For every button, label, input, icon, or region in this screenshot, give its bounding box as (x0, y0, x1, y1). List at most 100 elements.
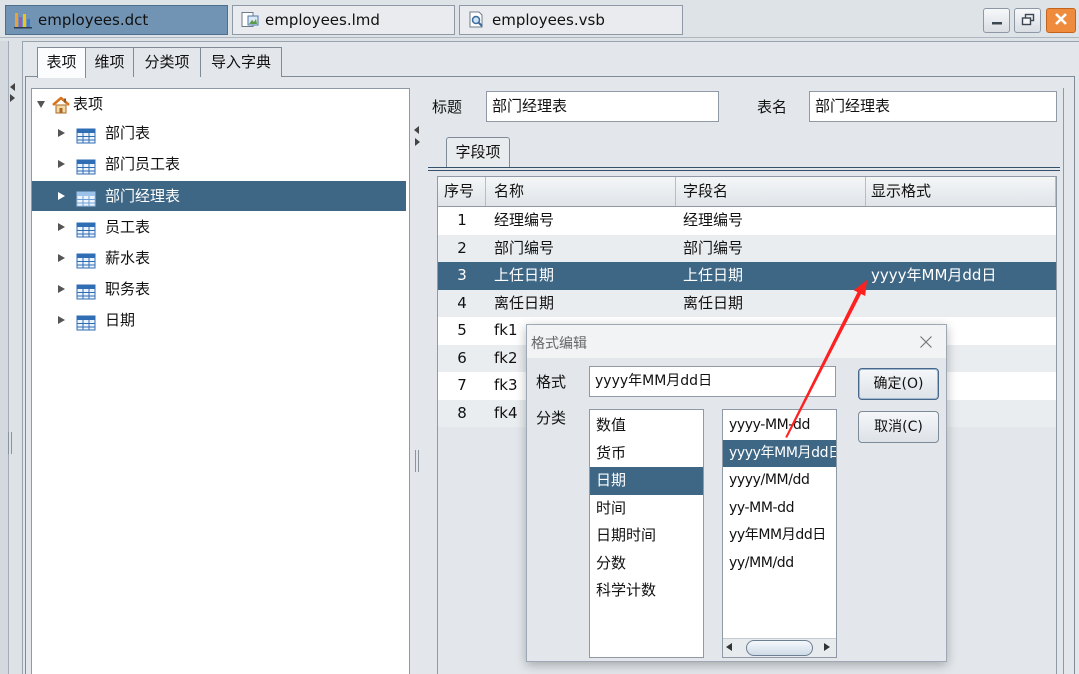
tree-item[interactable]: 部门表 (32, 118, 406, 148)
scroll-right-arrow-icon[interactable] (824, 643, 830, 651)
split-pane-divider[interactable] (410, 88, 425, 674)
expand-triangle-icon[interactable] (58, 316, 65, 324)
cell-display-format[interactable] (866, 207, 1056, 235)
tab-import-dictionary[interactable]: 导入字典 (200, 47, 282, 77)
format-item[interactable]: yy年MM月dd日 (723, 522, 836, 550)
ok-button[interactable]: 确定(O) (858, 368, 939, 400)
doc-tab-employees-lmd[interactable]: employees.lmd (232, 5, 455, 35)
minimize-icon (990, 12, 1004, 30)
doc-tab-employees-dct[interactable]: employees.dct (5, 5, 228, 35)
document-tab-bar: employees.dct employees.lmd employees.vs… (0, 0, 1079, 37)
category-item-selected[interactable]: 日期 (590, 467, 703, 495)
restore-button[interactable] (1014, 8, 1041, 33)
right-panel-border (1063, 88, 1064, 674)
split-expand-right-icon[interactable] (415, 138, 420, 146)
cell-field-name[interactable]: 离任日期 (676, 290, 866, 318)
cell-display-format[interactable] (866, 235, 1056, 263)
dialog-close-icon[interactable] (919, 335, 933, 353)
table-tree[interactable]: 表项 部门表 部门员工表 部门经理表 员工表 薪水表 职务表 日期 (31, 88, 410, 674)
doc-tab-employees-vsb[interactable]: employees.vsb (459, 5, 683, 35)
left-collapse-strip[interactable] (0, 41, 9, 674)
format-input[interactable]: yyyy年MM月dd日 (589, 366, 836, 397)
minimize-button[interactable] (983, 8, 1010, 33)
cell-name[interactable]: 上任日期 (486, 262, 676, 290)
cell-name[interactable]: 离任日期 (486, 290, 676, 318)
expand-right-arrow-icon[interactable] (10, 94, 15, 102)
scrollbar-thumb[interactable] (746, 640, 813, 656)
category-item[interactable]: 日期时间 (590, 522, 703, 550)
close-button[interactable] (1046, 8, 1076, 33)
format-edit-dialog: 格式编辑 格式 yyyy年MM月dd日 确定(O) 取消(C) 分类 数值 货币… (526, 324, 947, 662)
horizontal-scrollbar[interactable] (723, 638, 836, 657)
table-row-selected[interactable]: 3 上任日期 上任日期 yyyy年MM月dd日 (438, 262, 1056, 290)
bar-chart-icon (13, 11, 35, 29)
table-icon (76, 311, 96, 331)
cell-display-format[interactable]: yyyy年MM月dd日 (866, 262, 1056, 290)
tree-item[interactable]: 日期 (32, 305, 406, 335)
table-icon (76, 249, 96, 269)
tree-item-label: 部门经理表 (105, 187, 181, 205)
cell-index: 4 (457, 293, 467, 312)
dialog-title-bar[interactable]: 格式编辑 (527, 325, 946, 358)
expand-triangle-icon[interactable] (58, 129, 65, 137)
title-label: 标题 (432, 98, 463, 116)
expand-triangle-icon[interactable] (58, 223, 65, 231)
scroll-left-arrow-icon[interactable] (726, 643, 732, 651)
table-row[interactable]: 1 经理编号 经理编号 (438, 207, 1056, 235)
tree-root[interactable]: 表项 (32, 89, 406, 119)
tab-fields[interactable]: 字段项 (446, 137, 510, 168)
split-collapse-left-icon[interactable] (414, 126, 419, 134)
strip-grip-icon[interactable] (8, 432, 12, 454)
expand-triangle-icon[interactable] (58, 254, 65, 262)
table-icon (76, 218, 96, 238)
cell-field-name[interactable]: 经理编号 (676, 207, 866, 235)
splitter-grip-icon[interactable] (415, 450, 419, 472)
cell-field-name[interactable]: 部门编号 (676, 235, 866, 263)
table-name-input[interactable]: 部门经理表 (809, 91, 1057, 122)
cancel-button[interactable]: 取消(C) (858, 411, 939, 443)
column-header-name[interactable]: 名称 (486, 177, 676, 206)
title-input[interactable]: 部门经理表 (486, 91, 719, 122)
category-item[interactable]: 数值 (590, 412, 703, 440)
format-item[interactable]: yy-MM-dd (723, 495, 836, 523)
tree-item[interactable]: 员工表 (32, 212, 406, 242)
cell-name[interactable]: 部门编号 (486, 235, 676, 263)
tab-dimension-items[interactable]: 维项 (85, 47, 134, 77)
category-item[interactable]: 货币 (590, 440, 703, 468)
category-item[interactable]: 时间 (590, 495, 703, 523)
category-label: 分类 (536, 409, 567, 427)
doc-tab-label: employees.vsb (492, 11, 605, 29)
cell-field-name[interactable]: 上任日期 (676, 262, 866, 290)
tree-item[interactable]: 部门员工表 (32, 149, 406, 179)
format-item-selected[interactable]: yyyy年MM月dd日 (723, 439, 836, 467)
collapse-triangle-icon[interactable] (37, 101, 45, 108)
category-list[interactable]: 数值 货币 日期 时间 日期时间 分数 科学计数 (589, 409, 704, 658)
tab-table-items[interactable]: 表项 (37, 47, 86, 78)
category-item[interactable]: 科学计数 (590, 577, 703, 605)
tree-item[interactable]: 薪水表 (32, 243, 406, 273)
tree-item-label: 员工表 (105, 218, 151, 236)
tree-item-selected[interactable]: 部门经理表 (32, 181, 406, 211)
column-header-field-name[interactable]: 字段名 (676, 177, 866, 206)
table-row[interactable]: 4 离任日期 离任日期 (438, 289, 1056, 318)
cell-display-format[interactable] (866, 290, 1056, 318)
tree-root-label: 表项 (73, 95, 104, 113)
cell-name[interactable]: 经理编号 (486, 207, 676, 235)
tab-category-items[interactable]: 分类项 (133, 47, 201, 77)
close-icon (1054, 12, 1068, 30)
format-item[interactable]: yy/MM/dd (723, 550, 836, 578)
table-row[interactable]: 2 部门编号 部门编号 (438, 234, 1056, 263)
category-item[interactable]: 分数 (590, 550, 703, 578)
column-header-display-format[interactable]: 显示格式 (866, 177, 1056, 206)
tree-item-label: 职务表 (105, 280, 151, 298)
collapse-left-arrow-icon[interactable] (10, 83, 15, 91)
tree-item[interactable]: 职务表 (32, 274, 406, 304)
column-header-index[interactable]: 序号 (438, 177, 486, 206)
expand-triangle-icon[interactable] (58, 160, 65, 168)
expand-triangle-icon[interactable] (58, 192, 65, 200)
tree-item-label: 部门员工表 (105, 155, 181, 173)
expand-triangle-icon[interactable] (58, 285, 65, 293)
format-item[interactable]: yyyy-MM-dd (723, 412, 836, 440)
format-list[interactable]: yyyy-MM-dd yyyy年MM月dd日 yyyy/MM/dd yy-MM-… (722, 409, 837, 658)
format-item[interactable]: yyyy/MM/dd (723, 467, 836, 495)
